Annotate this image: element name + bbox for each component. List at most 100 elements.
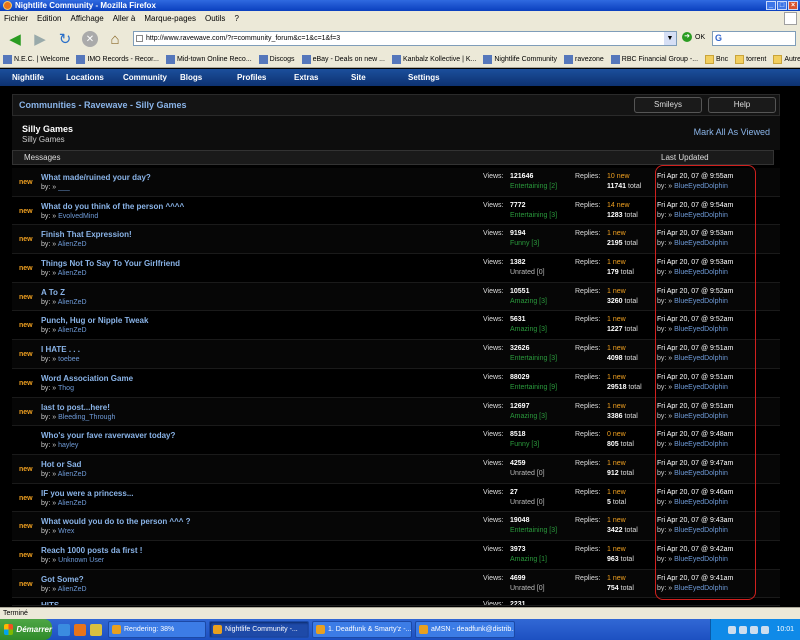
author-link[interactable]: AlienZeD [58, 586, 87, 593]
last-poster-link[interactable]: BlueEyedDolphin [674, 326, 728, 333]
search-input[interactable]: G [712, 31, 796, 46]
bookmark-item[interactable]: Autres [773, 55, 800, 64]
thread-title-link[interactable]: What do you think of the person ^^^^ [41, 202, 184, 211]
thread-title-link[interactable]: Finish That Expression! [41, 230, 132, 239]
tray-icon[interactable] [750, 625, 759, 634]
site-nav-community[interactable]: Community [123, 73, 180, 82]
last-poster-link[interactable]: BlueEyedDolphin [674, 298, 728, 305]
author-link[interactable]: Wrex [58, 528, 74, 535]
thread-title-link[interactable]: A To Z [41, 288, 65, 297]
thread-title-link[interactable]: Things Not To Say To Your Girlfriend [41, 259, 180, 268]
author-link[interactable]: AlienZeD [58, 299, 87, 306]
bookmark-item[interactable]: Nightlife Community [483, 55, 557, 64]
thread-title-link[interactable]: Who's your fave raverwaver today? [41, 431, 175, 440]
firefox-quicklaunch-icon[interactable] [74, 623, 86, 636]
bookmark-item[interactable]: Discogs [258, 55, 295, 64]
site-nav-settings[interactable]: Settings [408, 73, 465, 82]
last-poster-link[interactable]: BlueEyedDolphin [674, 499, 728, 506]
last-poster-link[interactable]: BlueEyedDolphin [674, 413, 728, 420]
last-poster-link[interactable]: BlueEyedDolphin [674, 384, 728, 391]
author-link[interactable]: AlienZeD [58, 241, 87, 248]
site-nav-locations[interactable]: Locations [66, 73, 123, 82]
thread-title-link[interactable]: Reach 1000 posts da first ! [41, 546, 142, 555]
author-link[interactable]: AlienZeD [58, 500, 87, 507]
taskbar-task[interactable]: Rendering: 38% [108, 621, 206, 638]
tray-icon[interactable] [739, 625, 748, 634]
menu-go[interactable]: Aller à [113, 14, 136, 23]
menu-tools[interactable]: Outils [205, 14, 225, 23]
author-link[interactable]: EvolvedMind [58, 213, 98, 220]
thread-title-link[interactable]: IF you were a princess... [41, 489, 133, 498]
last-poster-link[interactable]: BlueEyedDolphin [674, 556, 728, 563]
taskbar-task[interactable]: Nightlife Community -... [209, 621, 309, 638]
taskbar-task[interactable]: aMSN - deadfunk@distrib... [415, 621, 515, 638]
thread-title-link[interactable]: Punch, Hug or Nipple Tweak [41, 316, 148, 325]
go-button[interactable]: ➜ OK [682, 32, 705, 42]
site-nav-site[interactable]: Site [351, 73, 408, 82]
menu-edit[interactable]: Edition [37, 14, 61, 23]
maximize-button[interactable]: □ [777, 1, 787, 10]
bookmark-item[interactable]: Kanbalz Kollective | K... [391, 55, 476, 64]
thread-title-link[interactable]: Got Some? [41, 575, 84, 584]
smileys-button[interactable]: Smileys [634, 97, 702, 113]
help-button[interactable]: Help [708, 97, 776, 113]
thread-title-link[interactable]: I HATE . . . [41, 345, 80, 354]
reload-button[interactable]: ↻ [54, 29, 76, 49]
home-button[interactable]: ⌂ [104, 29, 126, 49]
last-poster-link[interactable]: BlueEyedDolphin [674, 441, 728, 448]
bookmark-item[interactable]: Bnc [705, 55, 728, 64]
ie-icon[interactable] [58, 623, 70, 636]
author-link[interactable]: hayley [58, 442, 78, 449]
last-poster-link[interactable]: BlueEyedDolphin [674, 585, 728, 592]
last-poster-link[interactable]: BlueEyedDolphin [674, 240, 728, 247]
start-button[interactable]: Démarrer [0, 619, 52, 640]
author-link[interactable]: toebee [58, 356, 79, 363]
last-poster-link[interactable]: BlueEyedDolphin [674, 470, 728, 477]
menu-file[interactable]: Fichier [4, 14, 28, 23]
folder-icon[interactable] [90, 623, 102, 636]
author-link[interactable]: AlienZeD [58, 471, 87, 478]
bookmark-item[interactable]: N.E.C. | Welcome [3, 55, 69, 64]
site-nav-profiles[interactable]: Profiles [237, 73, 294, 82]
thread-title-link[interactable]: Word Association Game [41, 374, 133, 383]
mark-all-viewed-link[interactable]: Mark All As Viewed [694, 127, 770, 137]
bookmark-item[interactable]: IMO Records - Recor... [76, 55, 159, 64]
author-link[interactable]: ___ [58, 184, 70, 191]
back-button[interactable]: ◀ [4, 29, 26, 49]
bookmark-item[interactable]: torrent [735, 55, 766, 64]
menu-view[interactable]: Affichage [70, 14, 103, 23]
last-poster-link[interactable]: BlueEyedDolphin [674, 212, 728, 219]
last-poster-link[interactable]: BlueEyedDolphin [674, 355, 728, 362]
minimize-button[interactable]: _ [766, 1, 776, 10]
thread-title-link[interactable]: Hot or Sad [41, 460, 81, 469]
taskbar-task[interactable]: 1. Deadfunk & Smarty'z -... [312, 621, 412, 638]
url-dropdown-icon[interactable]: ▼ [664, 32, 676, 45]
bookmark-item[interactable]: Mid-town Online Reco... [165, 55, 252, 64]
breadcrumb[interactable]: Communities - Ravewave - Silly Games [19, 100, 187, 110]
bookmark-item[interactable]: RBC Financial Group -... [610, 55, 698, 64]
url-bar[interactable]: http://www.ravewave.com/?r=community_for… [133, 31, 677, 46]
last-poster-link[interactable]: BlueEyedDolphin [674, 183, 728, 190]
menu-help[interactable]: ? [234, 14, 238, 23]
author-link[interactable]: AlienZeD [58, 327, 87, 334]
stop-button[interactable]: ✕ [79, 29, 101, 49]
last-poster-link[interactable]: BlueEyedDolphin [674, 269, 728, 276]
bookmark-item[interactable]: ravezone [564, 55, 604, 64]
author-link[interactable]: AlienZeD [58, 270, 87, 277]
last-poster-link[interactable]: BlueEyedDolphin [674, 527, 728, 534]
thread-title-link[interactable]: HITS [41, 601, 59, 605]
forward-button[interactable]: ▶ [29, 29, 51, 49]
menu-bookmarks[interactable]: Marque-pages [144, 14, 196, 23]
site-nav-blogs[interactable]: Blogs [180, 73, 237, 82]
author-link[interactable]: Unknown User [58, 557, 104, 564]
tray-icon[interactable] [761, 625, 770, 634]
close-button[interactable]: × [788, 1, 798, 10]
author-link[interactable]: Bleeding_Through [58, 414, 115, 421]
site-nav-nightlife[interactable]: Nightlife [12, 73, 66, 82]
bookmark-item[interactable]: eBay - Deals on new ... [301, 55, 385, 64]
thread-title-link[interactable]: What would you do to the person ^^^ ? [41, 517, 191, 526]
tray-icon[interactable] [728, 625, 737, 634]
thread-title-link[interactable]: last to post...here! [41, 403, 110, 412]
author-link[interactable]: Thog [58, 385, 74, 392]
site-nav-extras[interactable]: Extras [294, 73, 351, 82]
